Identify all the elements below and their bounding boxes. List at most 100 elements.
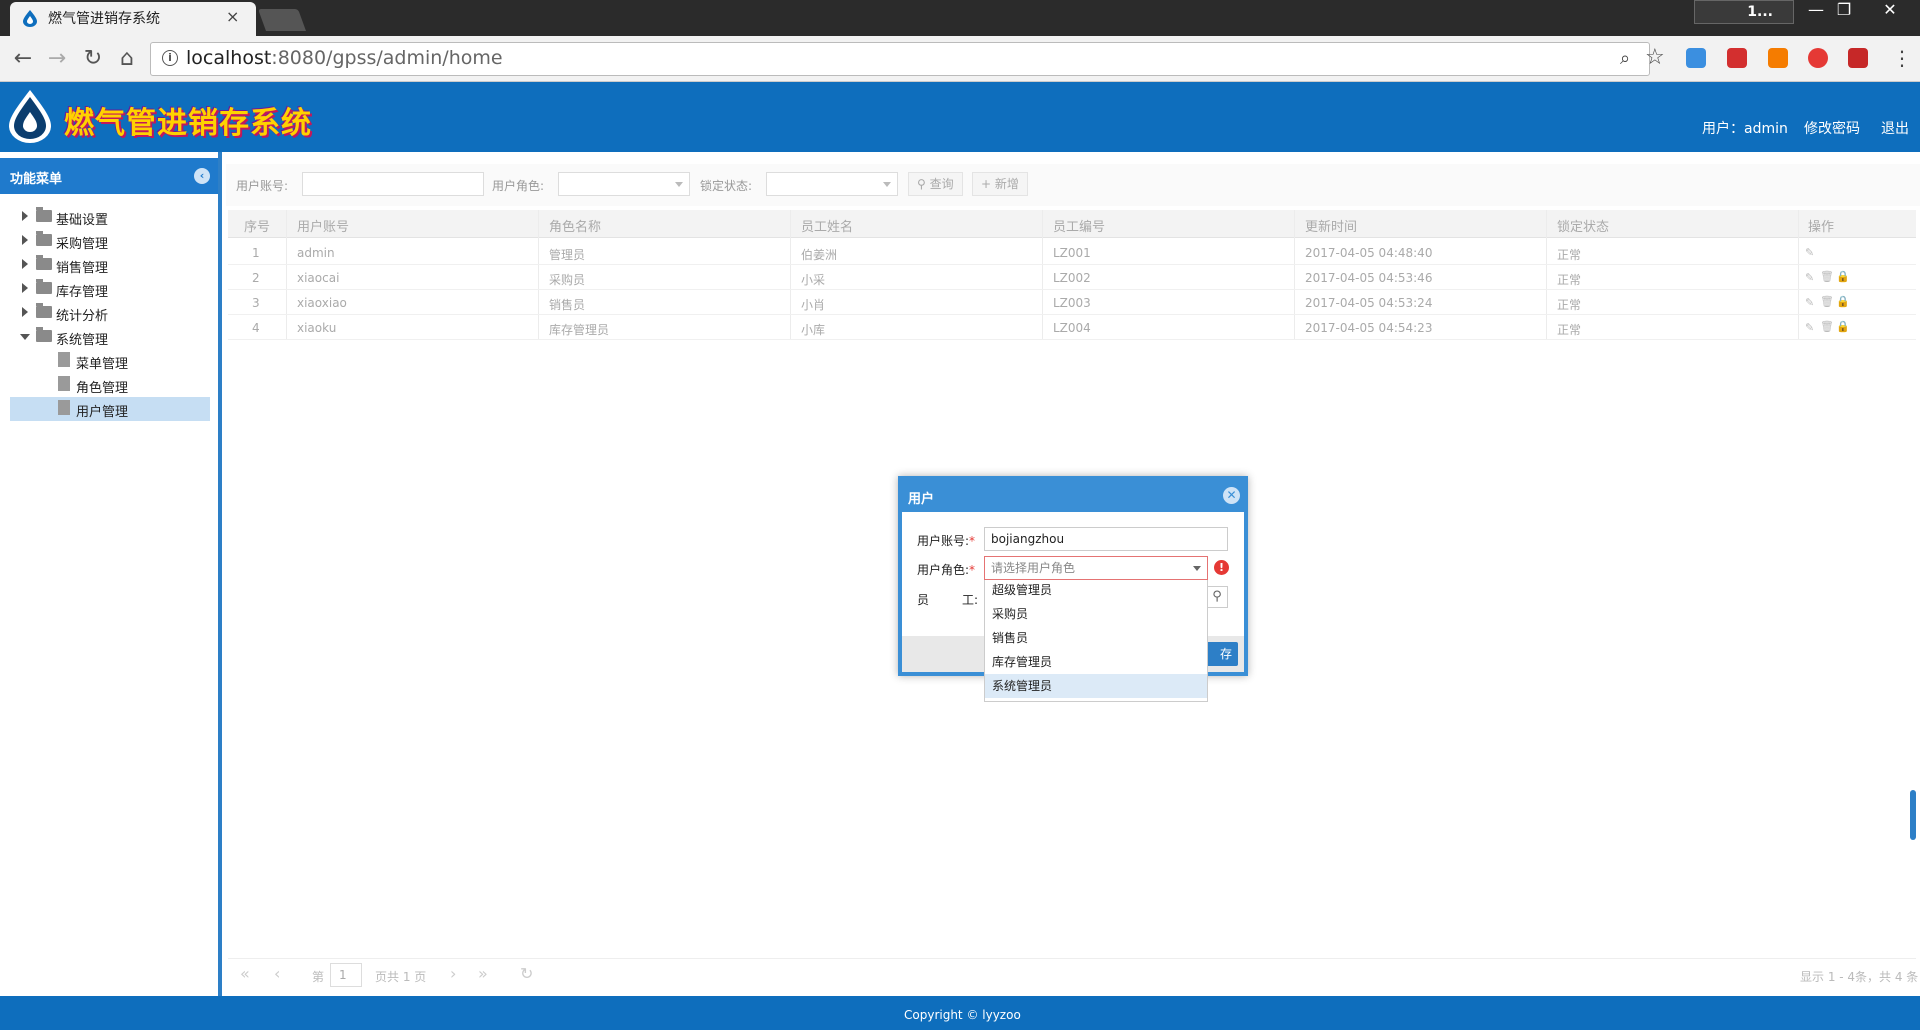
new-tab-button[interactable] bbox=[257, 9, 307, 31]
column-header-lock[interactable]: 锁定状态 bbox=[1557, 216, 1609, 235]
reload-icon[interactable]: ↻ bbox=[78, 44, 108, 74]
column-header-updated[interactable]: 更新时间 bbox=[1305, 216, 1357, 235]
required-mark: * bbox=[969, 563, 976, 577]
expand-arrow-icon[interactable] bbox=[22, 259, 28, 269]
last-page-icon[interactable]: » bbox=[478, 964, 488, 983]
cell-role: 库存管理员 bbox=[549, 323, 610, 337]
sidebar-item-label: 用户管理 bbox=[76, 405, 129, 420]
edit-icon[interactable]: ✎ bbox=[1805, 321, 1814, 334]
delete-icon[interactable]: 🗑 bbox=[1820, 295, 1834, 308]
filter-account-input[interactable] bbox=[302, 172, 484, 196]
page-number-input[interactable]: 1 bbox=[330, 963, 362, 987]
sidebar-item-menu-management[interactable]: 菜单管理 bbox=[10, 349, 210, 373]
add-button[interactable]: + 新增 bbox=[972, 172, 1028, 196]
sidebar-item-sales[interactable]: 销售管理 bbox=[10, 253, 210, 277]
back-icon[interactable]: ← bbox=[8, 44, 38, 74]
sidebar-item-statistics[interactable]: 统计分析 bbox=[10, 301, 210, 325]
sidebar-item-label: 基础设置 bbox=[56, 213, 109, 228]
sidebar-item-label: 系统管理 bbox=[56, 333, 109, 348]
lock-icon[interactable]: 🔒 bbox=[1836, 320, 1850, 333]
sidebar-item-role-management[interactable]: 角色管理 bbox=[10, 373, 210, 397]
expand-arrow-icon[interactable] bbox=[22, 235, 28, 245]
edit-icon[interactable]: ✎ bbox=[1805, 271, 1814, 284]
required-mark: * bbox=[969, 534, 976, 548]
cell-account: xiaocai bbox=[297, 271, 340, 285]
cell-emp-name: 小库 bbox=[801, 323, 826, 337]
column-header-role[interactable]: 角色名称 bbox=[549, 216, 601, 235]
site-info-icon[interactable]: i bbox=[162, 50, 178, 66]
column-header-actions: 操作 bbox=[1808, 220, 1835, 235]
expand-arrow-icon[interactable] bbox=[22, 211, 28, 221]
sidebar-collapse-icon[interactable]: ‹ bbox=[194, 168, 210, 184]
expand-arrow-icon[interactable] bbox=[22, 307, 28, 317]
role-option[interactable]: 销售员 bbox=[985, 626, 1207, 650]
validation-error-icon: ! bbox=[1214, 560, 1229, 575]
cell-no: 4 bbox=[252, 321, 260, 335]
prev-page-icon[interactable]: ‹ bbox=[274, 964, 280, 983]
scrollbar-thumb[interactable] bbox=[1910, 790, 1916, 840]
dialog-close-icon[interactable]: ✕ bbox=[1223, 487, 1240, 504]
filter-role-select[interactable] bbox=[558, 172, 690, 196]
folder-icon bbox=[36, 255, 52, 270]
filter-lock-label: 锁定状态: bbox=[700, 179, 753, 193]
first-page-icon[interactable]: « bbox=[240, 964, 250, 983]
filter-role-label: 用户角色: bbox=[492, 179, 545, 193]
account-input[interactable]: bojiangzhou bbox=[984, 527, 1228, 551]
logout-link[interactable]: 退出 bbox=[1881, 118, 1909, 138]
column-header-account[interactable]: 用户账号 bbox=[297, 216, 349, 235]
restore-icon[interactable]: ❐ bbox=[1826, 0, 1862, 22]
bookmark-star-icon[interactable]: ☆ bbox=[1645, 45, 1665, 70]
collapse-arrow-icon[interactable] bbox=[20, 334, 30, 340]
extension-icon-4[interactable] bbox=[1808, 48, 1828, 68]
file-icon bbox=[58, 352, 70, 367]
dialog-account-label: 用户账号:* bbox=[917, 532, 975, 549]
refresh-icon[interactable]: ↻ bbox=[520, 964, 533, 983]
column-header-emp-name[interactable]: 员工姓名 bbox=[801, 216, 853, 235]
employee-search-icon[interactable]: ⚲ bbox=[1206, 586, 1228, 608]
filter-lock-select[interactable] bbox=[766, 172, 898, 196]
column-header-no[interactable]: 序号 bbox=[244, 216, 270, 235]
role-option-highlighted[interactable]: 系统管理员 bbox=[985, 674, 1207, 698]
extension-icon-3[interactable] bbox=[1768, 48, 1788, 68]
search-button[interactable]: ⚲ 查询 bbox=[908, 172, 963, 196]
change-password-link[interactable]: 修改密码 bbox=[1804, 118, 1860, 138]
next-page-icon[interactable]: › bbox=[450, 964, 456, 983]
role-select[interactable]: 请选择用户角色 bbox=[984, 556, 1208, 580]
url-host: localhost bbox=[186, 47, 272, 69]
column-header-emp-no[interactable]: 员工编号 bbox=[1053, 216, 1105, 235]
edit-icon[interactable]: ✎ bbox=[1805, 246, 1814, 259]
forward-icon[interactable]: → bbox=[42, 44, 72, 74]
browser-menu-icon[interactable]: ⋮ bbox=[1892, 46, 1912, 70]
sidebar-item-basic-settings[interactable]: 基础设置 bbox=[10, 205, 210, 229]
pager-info: 显示 1 - 4条，共 4 条 bbox=[1800, 970, 1919, 984]
folder-open-icon bbox=[36, 327, 52, 342]
browser-profile-button[interactable]: 1... bbox=[1694, 0, 1794, 24]
extension-icon-1[interactable] bbox=[1686, 48, 1706, 68]
sidebar-item-purchase[interactable]: 采购管理 bbox=[10, 229, 210, 253]
extension-icon-5[interactable] bbox=[1848, 48, 1868, 68]
sidebar-item-inventory[interactable]: 库存管理 bbox=[10, 277, 210, 301]
edit-icon[interactable]: ✎ bbox=[1805, 296, 1814, 309]
delete-icon[interactable]: 🗑 bbox=[1820, 320, 1834, 333]
chevron-down-icon bbox=[675, 182, 683, 187]
extension-icon-2[interactable] bbox=[1727, 48, 1747, 68]
browser-tab-title: 燃气管进销存系统 bbox=[48, 11, 160, 27]
home-icon[interactable]: ⌂ bbox=[112, 44, 142, 74]
sidebar-item-system[interactable]: 系统管理 bbox=[10, 325, 210, 349]
window-close-icon[interactable]: ✕ bbox=[1872, 0, 1908, 22]
dialog-header bbox=[902, 480, 1244, 512]
chevron-down-icon[interactable] bbox=[1193, 566, 1201, 571]
zoom-icon[interactable]: ⌕ bbox=[1620, 48, 1630, 69]
role-option[interactable]: 采购员 bbox=[985, 602, 1207, 626]
role-option[interactable]: 超级管理员 bbox=[985, 578, 1207, 602]
lock-icon[interactable]: 🔒 bbox=[1836, 295, 1850, 308]
tab-close-icon[interactable]: × bbox=[226, 7, 239, 26]
expand-arrow-icon[interactable] bbox=[22, 283, 28, 293]
cell-emp-name: 小采 bbox=[801, 273, 826, 287]
cell-updated: 2017-04-05 04:48:40 bbox=[1305, 246, 1433, 260]
role-option[interactable]: 库存管理员 bbox=[985, 650, 1207, 674]
delete-icon[interactable]: 🗑 bbox=[1820, 270, 1834, 283]
lock-icon[interactable]: 🔒 bbox=[1836, 270, 1850, 283]
cell-updated: 2017-04-05 04:54:23 bbox=[1305, 321, 1433, 335]
sidebar-item-user-management[interactable]: 用户管理 bbox=[10, 397, 210, 421]
